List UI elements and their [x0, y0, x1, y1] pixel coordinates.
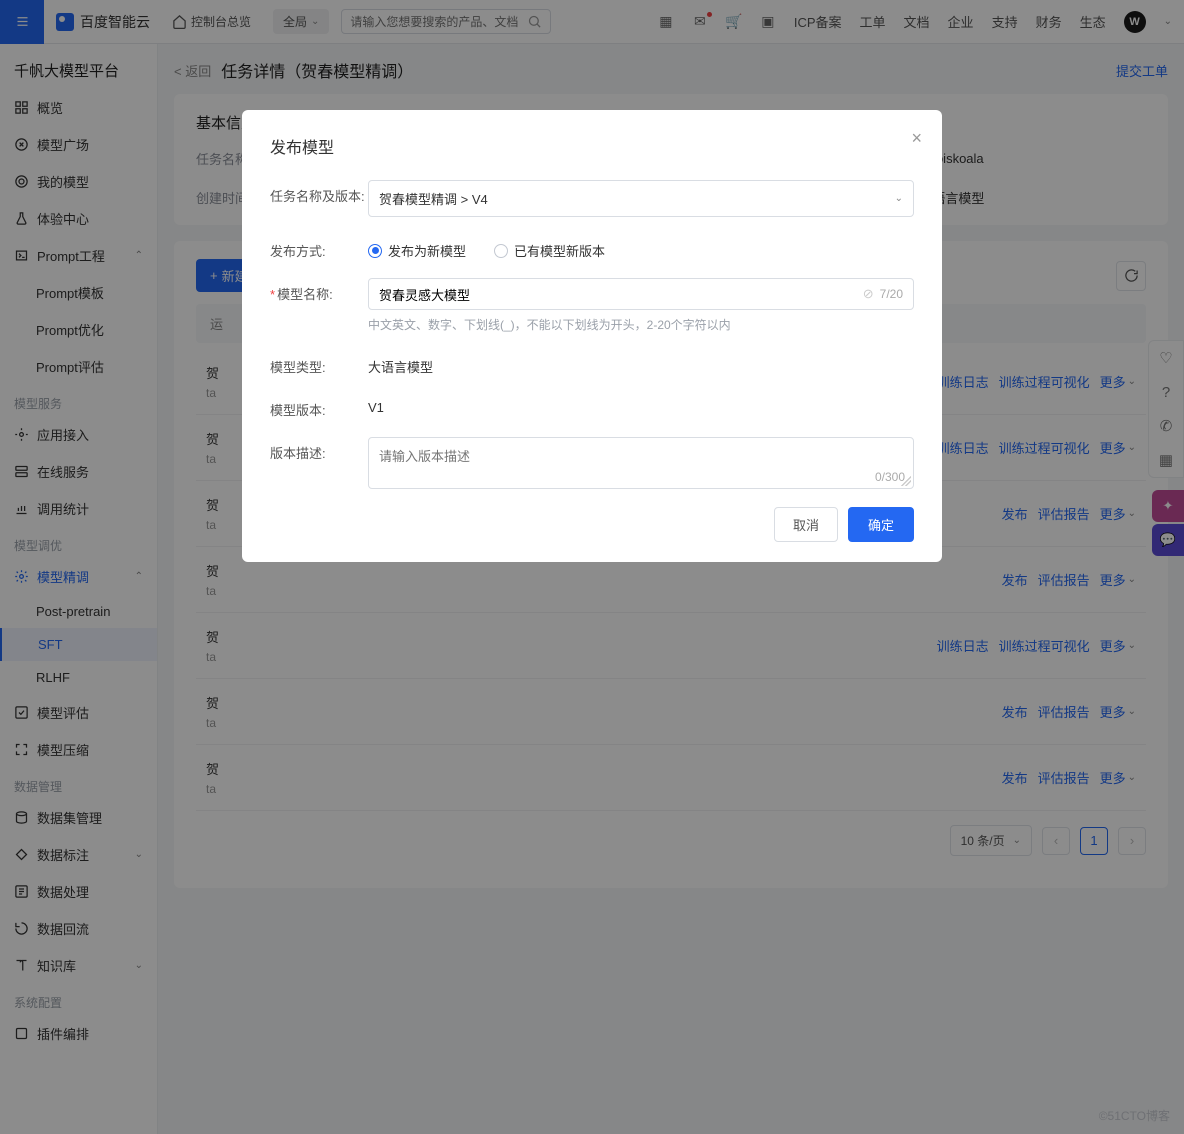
clear-icon[interactable]: ⊘ — [863, 286, 874, 302]
radio-existing-model[interactable]: 已有模型新版本 — [494, 241, 605, 260]
modal-title: 发布模型 — [270, 134, 914, 158]
cancel-button[interactable]: 取消 — [774, 507, 838, 542]
resize-handle[interactable] — [901, 476, 911, 486]
field-label: 版本描述: — [270, 437, 368, 462]
version-desc-input[interactable] — [379, 446, 903, 476]
model-name-input[interactable] — [379, 287, 857, 302]
field-label: *模型名称: — [270, 278, 368, 303]
field-label: 模型版本: — [270, 394, 368, 419]
ok-button[interactable]: 确定 — [848, 507, 914, 542]
modal-overlay[interactable]: 发布模型 × 任务名称及版本: 贺春模型精调 > V4 ⌄ 发布方式: 发布为新… — [0, 0, 1184, 1134]
chevron-down-icon: ⌄ — [895, 193, 903, 204]
model-type-value: 大语言模型 — [368, 351, 914, 376]
field-label: 模型类型: — [270, 351, 368, 376]
model-name-input-wrap: ⊘ 7/20 — [368, 278, 914, 310]
model-version-value: V1 — [368, 394, 914, 415]
field-hint: 中文英文、数字、下划线(_)，不能以下划线为开头，2-20个字符以内 — [368, 316, 914, 333]
char-counter: 7/20 — [880, 287, 903, 301]
field-label: 发布方式: — [270, 235, 368, 260]
task-version-select[interactable]: 贺春模型精调 > V4 ⌄ — [368, 180, 914, 217]
version-desc-wrap: 0/300 — [368, 437, 914, 489]
radio-new-model[interactable]: 发布为新模型 — [368, 241, 466, 260]
close-icon[interactable]: × — [911, 128, 922, 149]
field-label: 任务名称及版本: — [270, 180, 368, 205]
publish-modal: 发布模型 × 任务名称及版本: 贺春模型精调 > V4 ⌄ 发布方式: 发布为新… — [242, 110, 942, 562]
